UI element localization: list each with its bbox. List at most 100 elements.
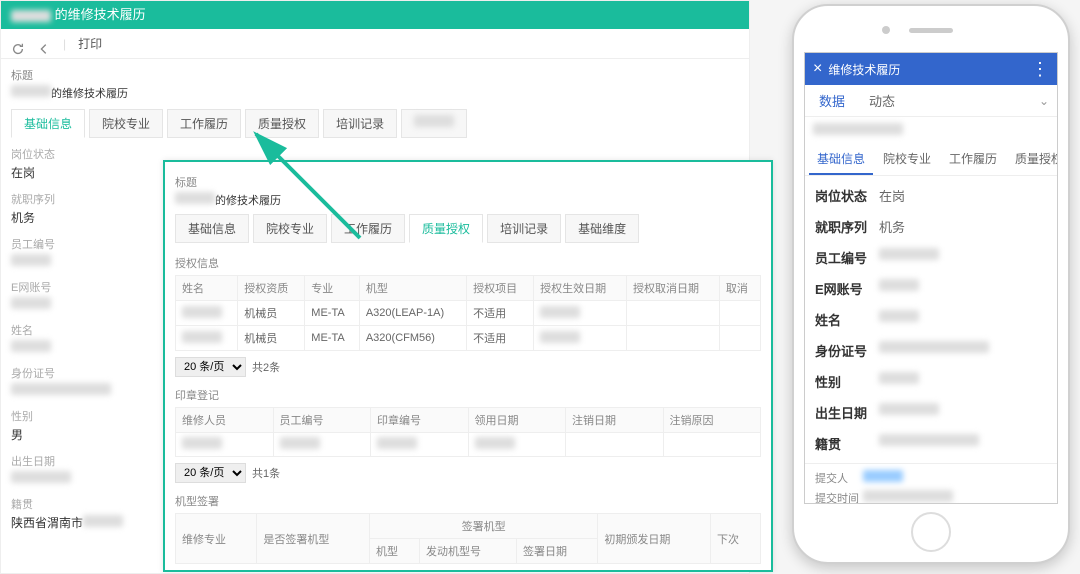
refresh-icon[interactable] xyxy=(11,37,25,51)
mobile-header: × 维修技术履历 ⋮ xyxy=(805,53,1057,85)
sub-tab-school[interactable]: 院校专业 xyxy=(253,214,327,243)
mfoot-time-k: 提交时间 xyxy=(815,490,863,504)
crumb-label: 标题 xyxy=(11,67,739,83)
page-size-select[interactable]: 20 条/页 xyxy=(175,357,246,377)
mobile-screen: × 维修技术履历 ⋮ 数据 动态 ⌄ 基础信息 院校专业 工作履历 质量授权 培… xyxy=(804,52,1058,504)
sub-tab-basic[interactable]: 基础信息 xyxy=(175,214,249,243)
crumb-value: 的维修技术履历 xyxy=(51,88,128,100)
main-tabs: 基础信息 院校专业 工作履历 质量授权 培训记录 xyxy=(1,109,749,146)
value-dob xyxy=(11,471,151,486)
auth-section-title: 授权信息 xyxy=(175,255,761,271)
value-series: 机务 xyxy=(11,209,151,226)
tab-school[interactable]: 院校专业 xyxy=(89,109,163,138)
m-subtab-school[interactable]: 院校专业 xyxy=(875,144,939,175)
label-enet: E网账号 xyxy=(11,279,151,295)
m-subtab-basic[interactable]: 基础信息 xyxy=(809,144,873,175)
tab-basic[interactable]: 基础信息 xyxy=(11,109,85,138)
tab-train[interactable]: 培训记录 xyxy=(323,109,397,138)
m-subtab-auth[interactable]: 质量授权 xyxy=(1007,144,1057,175)
sub-tab-auth[interactable]: 质量授权 xyxy=(409,214,483,243)
sign-section-title: 机型签署 xyxy=(175,493,761,509)
label-dob: 出生日期 xyxy=(11,453,151,469)
home-button[interactable] xyxy=(911,512,951,552)
mf-native-k: 籍贯 xyxy=(815,434,879,453)
stamp-section-title: 印章登记 xyxy=(175,387,761,403)
table-header-row: 维修专业 是否签署机型 签署机型 初期颁发日期 下次 xyxy=(176,514,761,539)
label-native: 籍贯 xyxy=(11,496,151,512)
mfoot-time-v xyxy=(863,490,1047,504)
phone-speaker xyxy=(909,28,953,33)
table-row[interactable]: 机械员 ME-TA A320(LEAP-1A) 不适用 xyxy=(176,301,761,326)
mf-id-k: 身份证号 xyxy=(815,341,879,360)
table-row[interactable] xyxy=(176,433,761,457)
mobile-subtabs: 基础信息 院校专业 工作履历 质量授权 培 xyxy=(805,144,1057,176)
sub-tab-dim[interactable]: 基础维度 xyxy=(565,214,639,243)
value-gender: 男 xyxy=(11,426,151,443)
mf-enet-v xyxy=(879,279,1047,298)
label-empno: 员工编号 xyxy=(11,236,151,252)
page-size-select[interactable]: 20 条/页 xyxy=(175,463,246,483)
mf-status-v: 在岗 xyxy=(879,186,1047,205)
value-empno xyxy=(11,254,151,269)
auth-table: 姓名 授权资质 专业 机型 授权项目 授权生效日期 授权取消日期 取消 机械员 … xyxy=(175,275,761,351)
mfoot-submitter-k: 提交人 xyxy=(815,470,863,486)
mf-id-v xyxy=(879,341,1047,360)
print-button[interactable]: 打印 xyxy=(78,29,102,59)
m-subtab-work[interactable]: 工作履历 xyxy=(941,144,1005,175)
table-header-row: 维修人员 员工编号 印章编号 领用日期 注销日期 注销原因 xyxy=(176,408,761,433)
sign-table: 维修专业 是否签署机型 签署机型 初期颁发日期 下次 机型 发动机型号 签署日期 xyxy=(175,513,761,564)
mf-status-k: 岗位状态 xyxy=(815,186,879,205)
mobile-subtitle xyxy=(805,117,1057,144)
mf-enet-k: E网账号 xyxy=(815,279,879,298)
sub-tab-train[interactable]: 培训记录 xyxy=(487,214,561,243)
mobile-footer: 提交人 提交时间 xyxy=(805,463,1057,504)
close-icon[interactable]: × xyxy=(813,60,822,78)
auth-pager: 20 条/页 共2条 xyxy=(175,357,761,377)
tab-work[interactable]: 工作履历 xyxy=(167,109,241,138)
mf-dob-k: 出生日期 xyxy=(815,403,879,422)
sub-panel: 标题 的修技术履历 基础信息 院校专业 工作履历 质量授权 培训记录 基础维度 … xyxy=(163,160,773,572)
auth-total: 共2条 xyxy=(252,359,280,375)
mobile-tabs: 数据 动态 ⌄ xyxy=(805,85,1057,117)
tab-extra[interactable] xyxy=(401,109,467,138)
sub-tab-work[interactable]: 工作履历 xyxy=(331,214,405,243)
mobile-mockup: × 维修技术履历 ⋮ 数据 动态 ⌄ 基础信息 院校专业 工作履历 质量授权 培… xyxy=(792,4,1070,564)
left-detail-panel: 岗位状态在岗 就职序列机务 员工编号 E网账号 姓名 身份证号 性别男 出生日期… xyxy=(1,146,161,541)
mf-name-k: 姓名 xyxy=(815,310,879,329)
mobile-tab-activity[interactable]: 动态 xyxy=(863,91,901,110)
mf-dob-v xyxy=(879,403,1047,422)
label-id: 身份证号 xyxy=(11,365,151,381)
value-id xyxy=(11,383,151,398)
label-series: 就职序列 xyxy=(11,191,151,207)
mf-name-v xyxy=(879,310,1047,329)
mobile-title: 维修技术履历 xyxy=(828,61,900,78)
sub-breadcrumb: 标题 的修技术履历 xyxy=(175,172,761,214)
window-title: 的维修技术履历 xyxy=(1,1,749,29)
toolbar: | 打印 xyxy=(1,29,749,59)
stamp-total: 共1条 xyxy=(252,465,280,481)
mfoot-submitter-v xyxy=(863,470,1047,486)
phone-camera xyxy=(882,26,890,34)
breadcrumb: 标题 的维修技术履历 xyxy=(1,59,749,109)
label-status: 岗位状态 xyxy=(11,146,151,162)
sub-crumb-label: 标题 xyxy=(175,174,761,190)
mobile-fields: 岗位状态在岗 就职序列机务 员工编号 E网账号 姓名 身份证号 性别 出生日期 … xyxy=(805,176,1057,463)
value-enet xyxy=(11,297,151,312)
mf-native-v xyxy=(879,434,1047,453)
tab-auth[interactable]: 质量授权 xyxy=(245,109,319,138)
stamp-pager: 20 条/页 共1条 xyxy=(175,463,761,483)
value-name xyxy=(11,340,151,355)
table-row[interactable]: 机械员 ME-TA A320(CFM56) 不适用 xyxy=(176,326,761,351)
dropdown-icon[interactable]: ⌄ xyxy=(1039,94,1049,108)
mf-series-k: 就职序列 xyxy=(815,217,879,236)
mf-empno-v xyxy=(879,248,1047,267)
sub-tabs: 基础信息 院校专业 工作履历 质量授权 培训记录 基础维度 xyxy=(175,214,761,249)
back-icon[interactable] xyxy=(37,37,51,51)
stamp-table: 维修人员 员工编号 印章编号 领用日期 注销日期 注销原因 xyxy=(175,407,761,457)
mobile-tab-data[interactable]: 数据 xyxy=(813,91,851,110)
more-icon[interactable]: ⋮ xyxy=(1031,59,1049,80)
value-status: 在岗 xyxy=(11,164,151,181)
title-text: 的维修技术履历 xyxy=(55,7,146,22)
label-gender: 性别 xyxy=(11,408,151,424)
mf-series-v: 机务 xyxy=(879,217,1047,236)
